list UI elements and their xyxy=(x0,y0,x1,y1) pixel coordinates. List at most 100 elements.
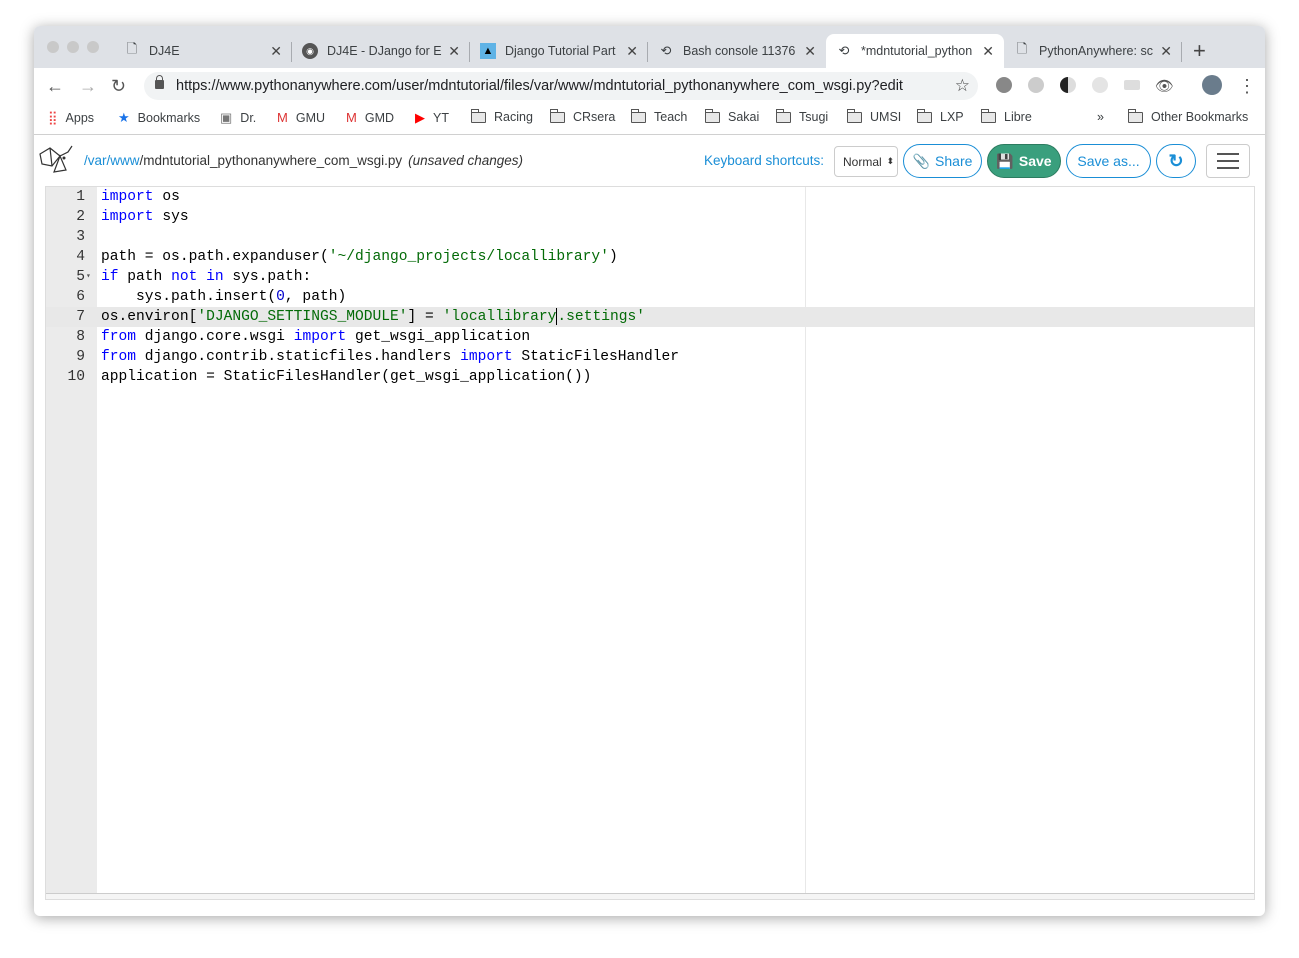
minimize-window-button[interactable] xyxy=(67,41,79,53)
tab-wsgi-editor[interactable]: ⟲ *mdntutorial_python ✕ xyxy=(826,34,1004,68)
back-icon[interactable]: ← xyxy=(46,76,64,97)
code-token: path xyxy=(127,269,172,285)
forward-icon[interactable]: → xyxy=(79,76,97,97)
folder-icon xyxy=(916,108,932,123)
cast-icon[interactable] xyxy=(1124,80,1140,90)
new-tab-button[interactable]: + xyxy=(1193,38,1206,64)
folder-icon xyxy=(1127,108,1143,123)
avatar[interactable] xyxy=(1202,75,1222,95)
close-tab-icon[interactable]: ✕ xyxy=(270,43,282,60)
code-editor[interactable]: 1 import os 2 import sys 3 4 path = os.path.ex… xyxy=(45,186,1255,900)
bookmarks-overflow-button[interactable]: » xyxy=(1097,110,1104,124)
close-tab-icon[interactable]: ✕ xyxy=(804,43,816,60)
line-number: 4 xyxy=(76,249,85,265)
bookmark-dr[interactable]: ▣ Dr. xyxy=(220,110,256,126)
code-line[interactable]: 5 ▾ if path not in sys.path: xyxy=(46,267,1254,287)
menu-dots-icon[interactable]: ⋮ xyxy=(1238,76,1256,97)
select-arrows-icon: ⬍ xyxy=(886,156,895,166)
code-line[interactable]: 6 sys.path.insert(0, path) xyxy=(46,287,1254,307)
code-line[interactable]: 4 path = os.path.expanduser('~/django_pro… xyxy=(46,247,1254,267)
folder-icon xyxy=(470,108,486,123)
save-as-button[interactable]: Save as... xyxy=(1066,144,1151,178)
path-link-www[interactable]: /www xyxy=(107,153,140,168)
reload-icon[interactable]: ↻ xyxy=(111,76,126,97)
bookmark-racing[interactable]: Racing xyxy=(470,108,533,124)
tab-bash-console[interactable]: ⟲ Bash console 11376 ✕ xyxy=(648,34,826,68)
star-icon[interactable]: ☆ xyxy=(955,76,970,96)
code-line[interactable]: 10 application = StaticFilesHandler(get_w… xyxy=(46,367,1254,387)
gear-extension-icon[interactable] xyxy=(996,77,1012,93)
code-line[interactable]: 8 from django.core.wsgi import get_wsgi_a… xyxy=(46,327,1254,347)
close-window-button[interactable] xyxy=(47,41,59,53)
bookmark-bookmarks[interactable]: ★ Bookmarks xyxy=(118,110,200,126)
refresh-icon: ↻ xyxy=(1168,150,1184,171)
tab-dj4e[interactable]: 🗋 DJ4E ✕ xyxy=(114,34,292,68)
code-token: 'locallibrary xyxy=(442,309,557,325)
bookmark-crsera[interactable]: CRsera xyxy=(549,108,615,124)
apps-grid-icon: ⣿ xyxy=(48,110,58,125)
share-button[interactable]: 📎 Share xyxy=(903,144,982,178)
dark-mode-icon[interactable] xyxy=(1060,77,1076,93)
keyboard-mode-select[interactable]: Normal ⬍ xyxy=(834,146,898,177)
path-link-var[interactable]: /var xyxy=(84,153,107,168)
tab-django-tutorial[interactable]: ▲ Django Tutorial Part ✕ xyxy=(470,34,648,68)
bookmark-sakai[interactable]: Sakai xyxy=(704,108,759,124)
bookmark-umsi[interactable]: UMSI xyxy=(846,108,901,124)
dj4e-logo-icon: ◉ xyxy=(302,43,318,59)
maximize-window-button[interactable] xyxy=(87,41,99,53)
code-token: ] = xyxy=(407,309,443,325)
reload-file-button[interactable]: ↻ xyxy=(1156,144,1196,178)
bookmark-apps[interactable]: ⣿ Apps xyxy=(48,110,94,126)
bookmark-gmd[interactable]: M GMD xyxy=(346,110,394,125)
code-token: 0 xyxy=(276,289,285,305)
browser-toolbar: ← → ↻ https://www.pythonanywhere.com/use… xyxy=(34,68,1265,104)
keyboard-shortcuts-label: Keyboard shortcuts: xyxy=(704,153,825,168)
code-token: path = os.path.expanduser( xyxy=(101,249,329,265)
bookmark-gmu[interactable]: M GMU xyxy=(277,110,325,125)
code-token: os.environ[ xyxy=(101,309,198,325)
close-tab-icon[interactable]: ✕ xyxy=(626,43,638,60)
other-bookmarks[interactable]: Other Bookmarks xyxy=(1127,108,1248,124)
code-token: sys.path: xyxy=(232,269,312,285)
code-token: if xyxy=(101,269,119,285)
line-number: 6 xyxy=(76,289,85,305)
resize-handle[interactable] xyxy=(46,893,1254,899)
close-tab-icon[interactable]: ✕ xyxy=(1160,43,1172,60)
bookmark-tsugi[interactable]: Tsugi xyxy=(775,108,828,124)
extension-icon[interactable] xyxy=(1028,77,1044,93)
code-token: , path) xyxy=(284,289,347,305)
tab-dj4e-django[interactable]: ◉ DJ4E - DJango for E ✕ xyxy=(292,34,470,68)
bookmark-lxp[interactable]: LXP xyxy=(916,108,964,124)
code-token: get_wsgi_application xyxy=(355,329,531,345)
line-number: 9 xyxy=(76,349,85,365)
bookmark-teach[interactable]: Teach xyxy=(630,108,687,124)
code-text: from django.contrib.staticfiles.handlers… xyxy=(101,347,679,367)
code-line[interactable]: 7 os.environ['DJANGO_SETTINGS_MODULE'] = … xyxy=(46,307,1254,327)
pythonanywhere-logo-icon[interactable] xyxy=(38,144,78,176)
bookmark-libre[interactable]: Libre xyxy=(980,108,1032,124)
close-tab-icon[interactable]: ✕ xyxy=(448,43,460,60)
code-line[interactable]: 3 xyxy=(46,227,1254,247)
code-line[interactable]: 9 from django.contrib.staticfiles.handler… xyxy=(46,347,1254,367)
code-token: from xyxy=(101,349,137,365)
code-text: from django.core.wsgi import get_wsgi_ap… xyxy=(101,327,530,347)
hamburger-menu-button[interactable] xyxy=(1206,144,1250,178)
tab-bar: 🗋 DJ4E ✕ ◉ DJ4E - DJango for E ✕ ▲ Django Tut… xyxy=(34,26,1265,68)
code-text: path = os.path.expanduser('~/django_proj… xyxy=(101,247,618,267)
floppy-disk-icon: 💾 xyxy=(996,152,1014,169)
code-line[interactable]: 1 import os xyxy=(46,187,1254,207)
line-number: 2 xyxy=(76,209,85,225)
line-number: 1 xyxy=(76,189,85,205)
save-button[interactable]: 💾 Save xyxy=(987,144,1061,178)
code-line[interactable]: 2 import sys xyxy=(46,207,1254,227)
window-controls[interactable] xyxy=(47,41,99,53)
bookmark-yt[interactable]: ▶ YT xyxy=(415,110,449,126)
avatar-icon: ▣ xyxy=(220,110,233,125)
code-token: ) xyxy=(608,249,618,265)
fold-arrow-icon[interactable]: ▾ xyxy=(86,267,91,287)
tab-pythonanywhere[interactable]: 🗋 PythonAnywhere: sc ✕ xyxy=(1004,34,1182,68)
eye-icon[interactable]: 👁 xyxy=(1155,77,1174,95)
address-bar[interactable]: https://www.pythonanywhere.com/user/mdnt… xyxy=(144,72,978,100)
close-tab-icon[interactable]: ✕ xyxy=(982,43,994,60)
extension-icon[interactable] xyxy=(1092,77,1108,93)
